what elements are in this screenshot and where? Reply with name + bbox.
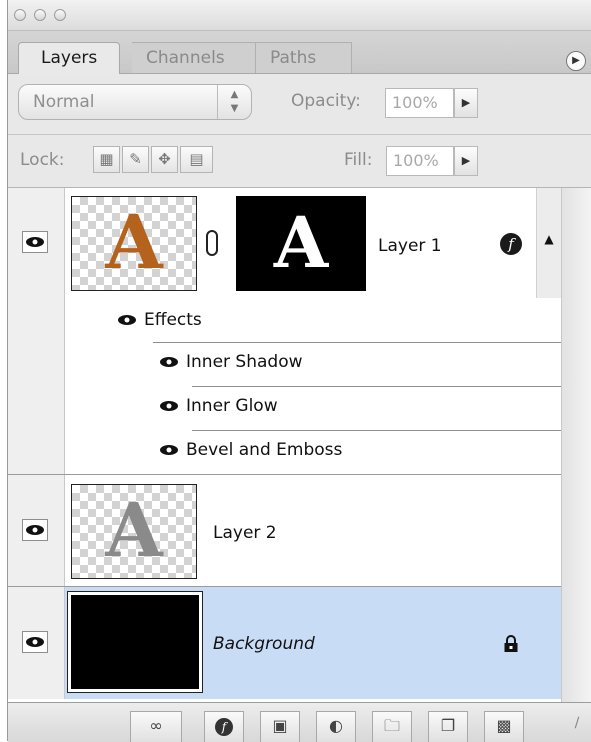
minimize-window-button[interactable] <box>34 9 46 21</box>
trash-icon[interactable]: ▩ <box>484 711 524 742</box>
divider <box>192 430 561 431</box>
background-thumbnail[interactable] <box>67 591 203 693</box>
title-bar <box>8 0 591 31</box>
eye-icon[interactable] <box>22 231 48 253</box>
tab-layers[interactable]: Layers <box>18 42 121 74</box>
effect-label: Bevel and Emboss <box>186 440 343 460</box>
layer-divider <box>8 474 561 475</box>
eye-icon[interactable] <box>116 313 138 327</box>
lock-position-icon[interactable]: ✥ <box>151 146 178 173</box>
new-layer-icon[interactable]: ❐ <box>428 711 468 742</box>
lock-icon <box>503 635 519 653</box>
lock-label: Lock: <box>20 150 65 170</box>
effect-item-inner-shadow[interactable]: Inner Shadow <box>158 352 303 372</box>
tab-strip: Layers Channels Paths ▶ <box>8 31 591 74</box>
effects-row[interactable]: Effects <box>116 310 202 330</box>
eye-icon[interactable] <box>22 631 48 653</box>
effect-label: Inner Glow <box>186 396 278 416</box>
layer1-thumbnail[interactable]: A <box>71 196 197 291</box>
effects-label: Effects <box>144 310 202 330</box>
eye-icon[interactable] <box>158 399 180 413</box>
fill-input[interactable]: 100% <box>386 146 454 176</box>
fx-icon[interactable]: f <box>500 233 522 255</box>
fill-label: Fill: <box>344 150 373 170</box>
divider <box>192 386 561 387</box>
blend-mode-value: Normal <box>33 92 95 112</box>
tab-channels[interactable]: Channels <box>132 42 256 73</box>
blend-mode-select[interactable]: Normal ▲ ▼ <box>18 84 252 120</box>
effect-label: Inner Shadow <box>186 352 303 372</box>
add-mask-icon[interactable]: ▣ <box>260 711 300 742</box>
background-layer-name[interactable]: Background <box>213 634 315 654</box>
lock-all-icon[interactable]: ▤ <box>180 146 213 173</box>
divider <box>153 342 561 343</box>
lock-transparency-icon[interactable]: ▦ <box>93 146 120 173</box>
lock-row: Lock: ▦ ✎ ✥ ▤ Fill: 100% ▶ <box>8 135 591 188</box>
fill-arrow-icon[interactable]: ▶ <box>454 146 478 176</box>
close-window-button[interactable] <box>14 9 26 21</box>
add-layer-style-icon[interactable]: f <box>204 711 244 742</box>
blend-row: Normal ▲ ▼ Opacity: 100% ▶ <box>8 74 591 135</box>
link-icon[interactable] <box>206 230 218 256</box>
panel-menu-icon[interactable]: ▶ <box>566 51 586 71</box>
new-group-icon[interactable]: 🗀 <box>372 711 412 742</box>
layer2-thumbnail[interactable]: A <box>71 484 197 579</box>
adjustment-layer-icon[interactable]: ◐ <box>316 711 356 742</box>
link-layers-icon[interactable]: ∞ <box>130 711 182 742</box>
eye-icon[interactable] <box>22 519 48 541</box>
opacity-input[interactable]: 100% <box>385 88 454 118</box>
layer-list: A A Layer 1 f ▲ Effects Inner Shadow Inn… <box>8 188 561 702</box>
eye-icon[interactable] <box>158 443 180 457</box>
layer2-name[interactable]: Layer 2 <box>213 523 277 543</box>
eye-icon[interactable] <box>158 355 180 369</box>
tab-paths[interactable]: Paths <box>256 42 352 73</box>
layers-panel: Layers Channels Paths ▶ Normal ▲ ▼ Opacit… <box>7 0 591 742</box>
lock-image-pixels-icon[interactable]: ✎ <box>122 146 149 173</box>
effect-item-bevel-emboss[interactable]: Bevel and Emboss <box>158 440 342 460</box>
opacity-arrow-icon[interactable]: ▶ <box>454 88 478 118</box>
resize-grip-icon[interactable]: ∕ <box>566 715 588 737</box>
effect-item-inner-glow[interactable]: Inner Glow <box>158 396 278 416</box>
collapse-effects-icon[interactable]: ▲ <box>536 188 561 298</box>
zoom-window-button[interactable] <box>54 9 66 21</box>
scrollbar[interactable] <box>561 188 591 702</box>
layer1-mask-thumbnail[interactable]: A <box>236 196 366 291</box>
bottom-toolbar: ∞ f ▣ ◐ 🗀 ❐ ▩ ∕ <box>8 702 591 742</box>
opacity-label: Opacity: <box>291 91 361 111</box>
stepper-icon[interactable]: ▲ ▼ <box>217 85 251 119</box>
layer1-name[interactable]: Layer 1 <box>378 236 442 256</box>
